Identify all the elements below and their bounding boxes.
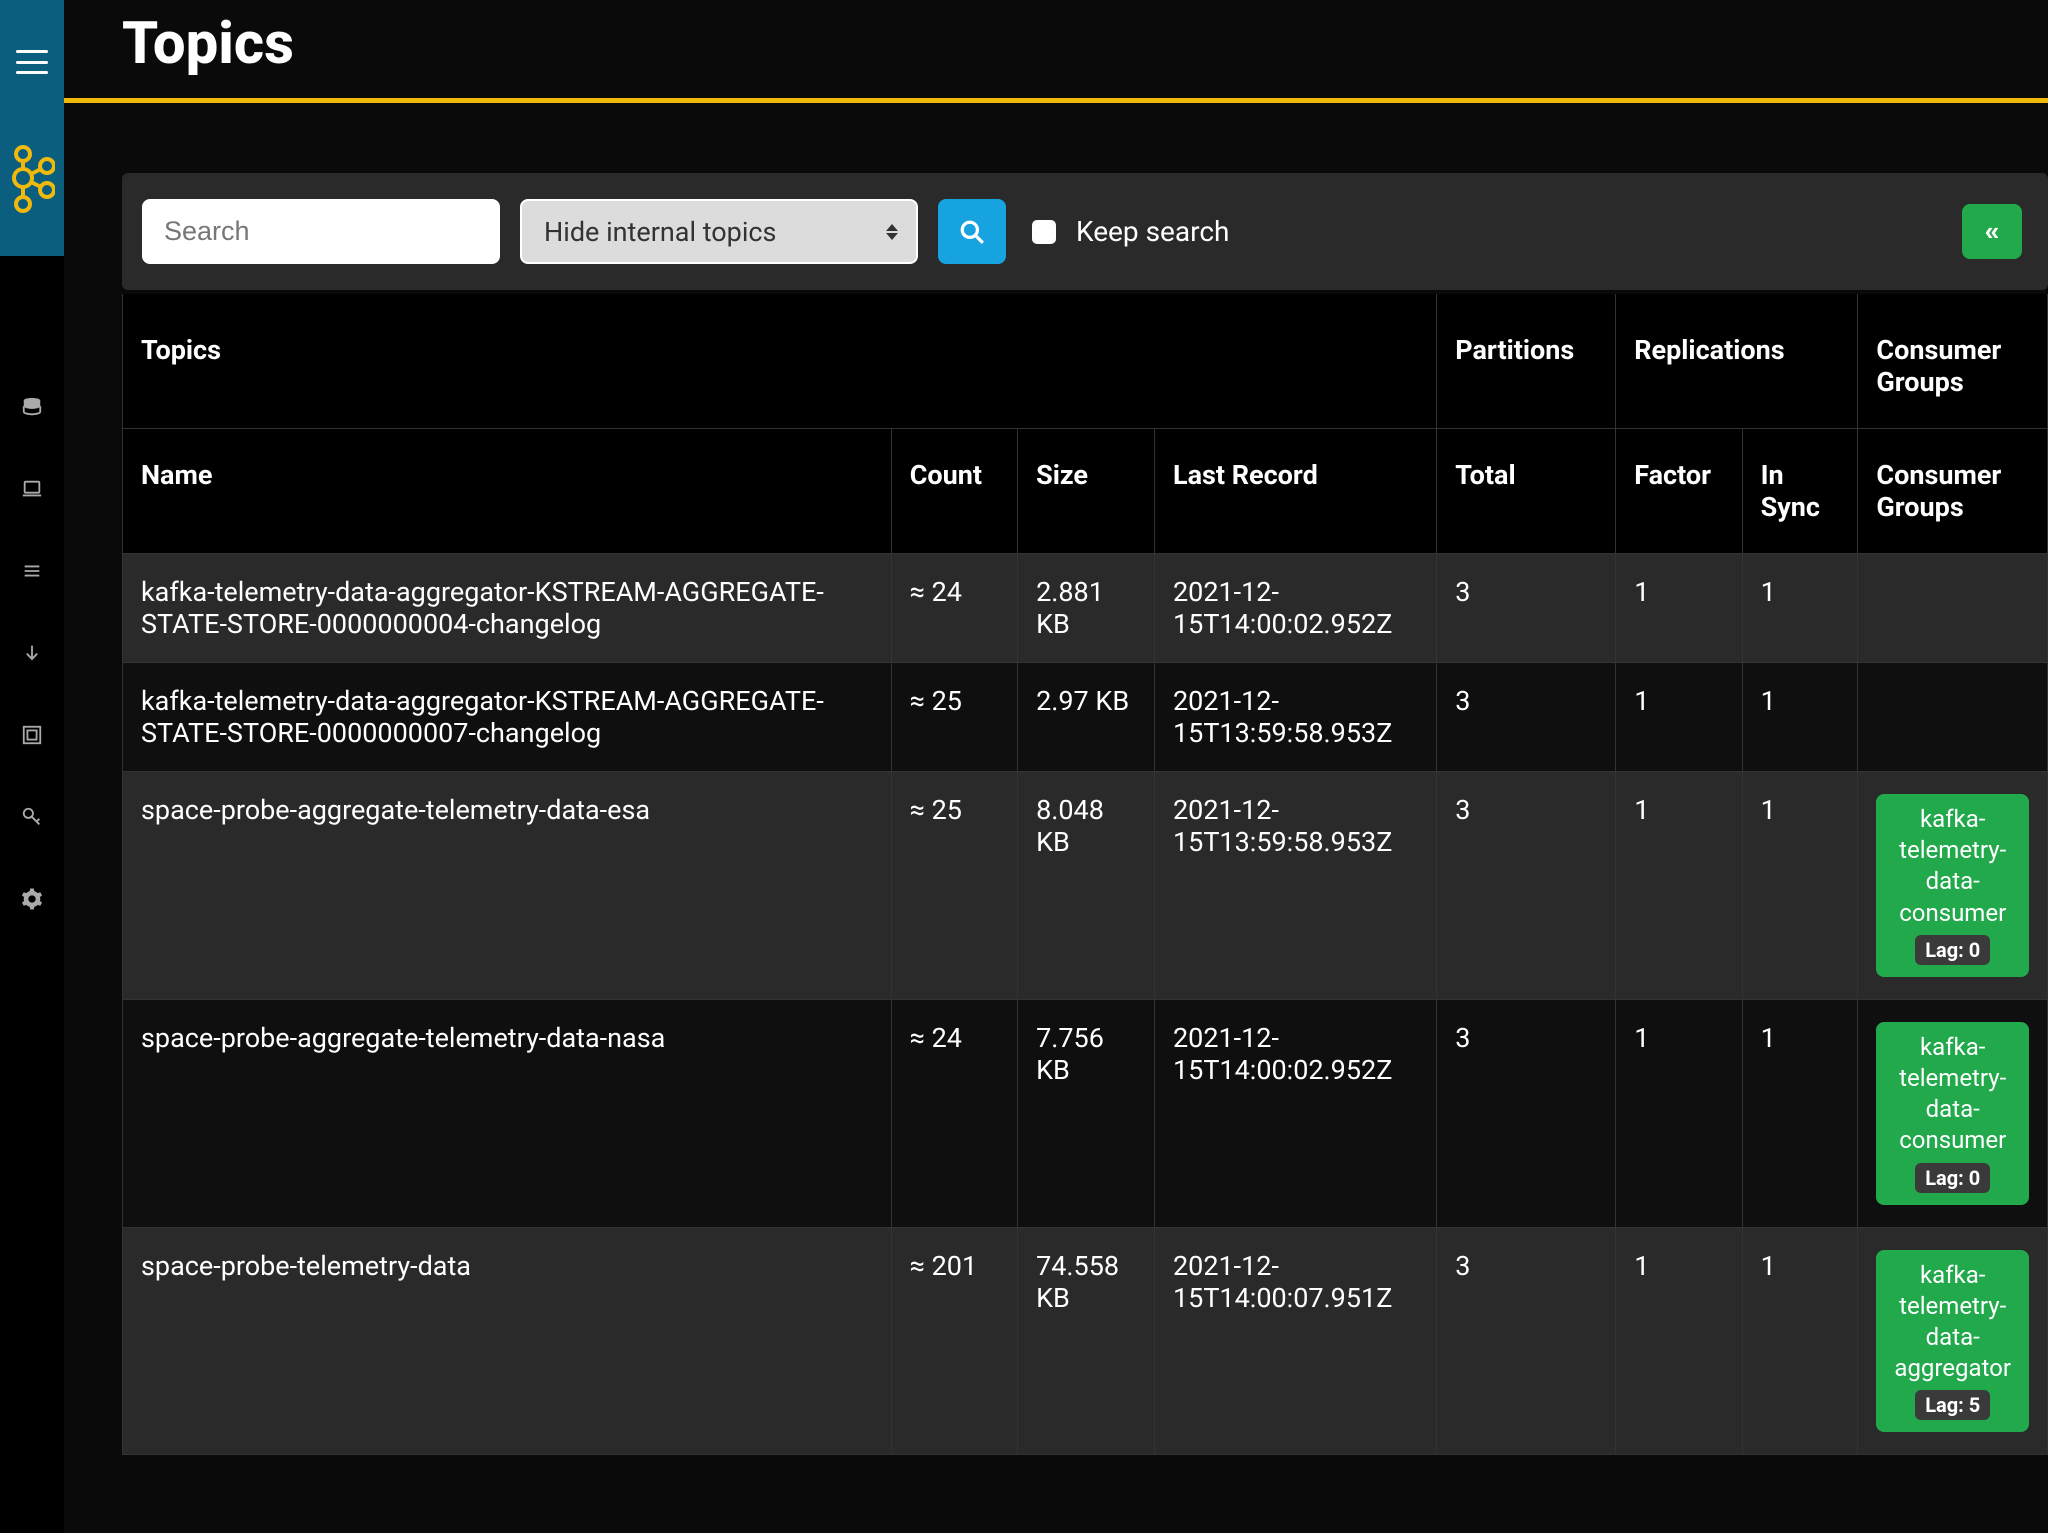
th-last-record[interactable]: Last Record <box>1154 429 1436 554</box>
cell-in_sync: 1 <box>1742 554 1858 663</box>
cell-total: 3 <box>1437 999 1616 1227</box>
table-row[interactable]: space-probe-aggregate-telemetry-data-esa… <box>123 772 2048 1000</box>
page-header: Topics <box>64 0 2048 103</box>
th-consumer-groups[interactable]: Consumer Groups <box>1858 294 2048 429</box>
key-icon[interactable] <box>21 806 43 828</box>
menu-icon[interactable] <box>16 50 48 74</box>
cell-consumer-group: kafka-telemetry-data-aggregator Lag: 5 <box>1858 1227 2048 1455</box>
search-icon <box>959 219 985 245</box>
cell-count: ≈ 24 <box>891 999 1017 1227</box>
cell-consumer-group <box>1858 663 2048 772</box>
filter-select-value: Hide internal topics <box>544 216 776 248</box>
consumer-group-name: kafka-telemetry-data-consumer <box>1890 804 2015 929</box>
cell-in_sync: 1 <box>1742 663 1858 772</box>
cell-count: ≈ 201 <box>891 1227 1017 1455</box>
table-row[interactable]: space-probe-telemetry-data≈ 20174.558 KB… <box>123 1227 2048 1455</box>
cell-in_sync: 1 <box>1742 1227 1858 1455</box>
cell-name: space-probe-telemetry-data <box>123 1227 892 1455</box>
cell-size: 2.97 KB <box>1018 663 1155 772</box>
cell-in_sync: 1 <box>1742 999 1858 1227</box>
cell-total: 3 <box>1437 772 1616 1000</box>
th-cg[interactable]: Consumer Groups <box>1858 429 2048 554</box>
cell-count: ≈ 24 <box>891 554 1017 663</box>
cell-consumer-group: kafka-telemetry-data-consumer Lag: 0 <box>1858 772 2048 1000</box>
th-in-sync[interactable]: In Sync <box>1742 429 1858 554</box>
consumer-group-badge[interactable]: kafka-telemetry-data-consumer Lag: 0 <box>1876 794 2029 977</box>
cell-consumer-group: kafka-telemetry-data-consumer Lag: 0 <box>1858 999 2048 1227</box>
sidebar-top <box>0 0 64 256</box>
page-title: Topics <box>122 0 2048 98</box>
cell-size: 7.756 KB <box>1018 999 1155 1227</box>
cell-factor: 1 <box>1616 772 1742 1000</box>
cell-total: 3 <box>1437 554 1616 663</box>
cell-last_record: 2021-12-15T14:00:07.951Z <box>1154 1227 1436 1455</box>
chevron-updown-icon <box>886 224 898 240</box>
database-icon[interactable] <box>21 396 43 418</box>
th-partitions[interactable]: Partitions <box>1437 294 1616 429</box>
cell-name: space-probe-aggregate-telemetry-data-esa <box>123 772 892 1000</box>
th-topics[interactable]: Topics <box>123 294 1437 429</box>
th-factor[interactable]: Factor <box>1616 429 1742 554</box>
cell-factor: 1 <box>1616 999 1742 1227</box>
cell-size: 8.048 KB <box>1018 772 1155 1000</box>
cell-name: kafka-telemetry-data-aggregator-KSTREAM-… <box>123 554 892 663</box>
toolbar: Hide internal topics Keep search « <box>122 173 2048 290</box>
app-logo[interactable] <box>9 144 55 218</box>
table-group-header-row: Topics Partitions Replications Consumer … <box>123 294 2048 429</box>
cell-last_record: 2021-12-15T14:00:02.952Z <box>1154 554 1436 663</box>
cell-last_record: 2021-12-15T13:59:58.953Z <box>1154 772 1436 1000</box>
filter-select[interactable]: Hide internal topics <box>520 199 918 264</box>
consumer-group-lag: Lag: 0 <box>1915 935 1990 965</box>
consumer-group-lag: Lag: 5 <box>1915 1390 1990 1420</box>
consumer-group-name: kafka-telemetry-data-aggregator <box>1890 1260 2015 1385</box>
cell-last_record: 2021-12-15T14:00:02.952Z <box>1154 999 1436 1227</box>
search-input[interactable] <box>142 199 500 264</box>
topics-table-wrap: Topics Partitions Replications Consumer … <box>122 294 2048 1455</box>
cell-size: 2.881 KB <box>1018 554 1155 663</box>
main-content: Topics Hide internal topics Keep search … <box>64 0 2048 1533</box>
gear-icon[interactable] <box>21 888 43 910</box>
consumer-group-badge[interactable]: kafka-telemetry-data-consumer Lag: 0 <box>1876 1022 2029 1205</box>
th-name[interactable]: Name <box>123 429 892 554</box>
cell-factor: 1 <box>1616 1227 1742 1455</box>
content-area: Hide internal topics Keep search « <box>64 103 2048 1455</box>
keep-search-label: Keep search <box>1076 215 1229 248</box>
keep-search-checkbox[interactable] <box>1032 220 1056 244</box>
cell-total: 3 <box>1437 1227 1616 1455</box>
cell-factor: 1 <box>1616 663 1742 772</box>
th-count[interactable]: Count <box>891 429 1017 554</box>
th-replications[interactable]: Replications <box>1616 294 1858 429</box>
cell-name: space-probe-aggregate-telemetry-data-nas… <box>123 999 892 1227</box>
collapse-button[interactable]: « <box>1962 204 2022 259</box>
cell-factor: 1 <box>1616 554 1742 663</box>
laptop-icon[interactable] <box>21 478 43 500</box>
cell-name: kafka-telemetry-data-aggregator-KSTREAM-… <box>123 663 892 772</box>
cell-consumer-group <box>1858 554 2048 663</box>
list-icon[interactable] <box>21 560 43 582</box>
consumer-group-name: kafka-telemetry-data-consumer <box>1890 1032 2015 1157</box>
sidebar-nav <box>21 396 43 910</box>
th-total[interactable]: Total <box>1437 429 1616 554</box>
group-icon[interactable] <box>21 724 43 746</box>
consumer-group-lag: Lag: 0 <box>1915 1163 1990 1193</box>
search-button[interactable] <box>938 199 1006 264</box>
cell-last_record: 2021-12-15T13:59:58.953Z <box>1154 663 1436 772</box>
topics-table: Topics Partitions Replications Consumer … <box>122 294 2048 1455</box>
cell-size: 74.558 KB <box>1018 1227 1155 1455</box>
arrow-down-icon[interactable] <box>21 642 43 664</box>
cell-in_sync: 1 <box>1742 772 1858 1000</box>
table-row[interactable]: kafka-telemetry-data-aggregator-KSTREAM-… <box>123 663 2048 772</box>
table-row[interactable]: kafka-telemetry-data-aggregator-KSTREAM-… <box>123 554 2048 663</box>
table-sub-header-row: Name Count Size Last Record Total Factor… <box>123 429 2048 554</box>
consumer-group-badge[interactable]: kafka-telemetry-data-aggregator Lag: 5 <box>1876 1250 2029 1433</box>
th-size[interactable]: Size <box>1018 429 1155 554</box>
cell-count: ≈ 25 <box>891 772 1017 1000</box>
cell-count: ≈ 25 <box>891 663 1017 772</box>
sidebar <box>0 0 64 1533</box>
cell-total: 3 <box>1437 663 1616 772</box>
table-row[interactable]: space-probe-aggregate-telemetry-data-nas… <box>123 999 2048 1227</box>
